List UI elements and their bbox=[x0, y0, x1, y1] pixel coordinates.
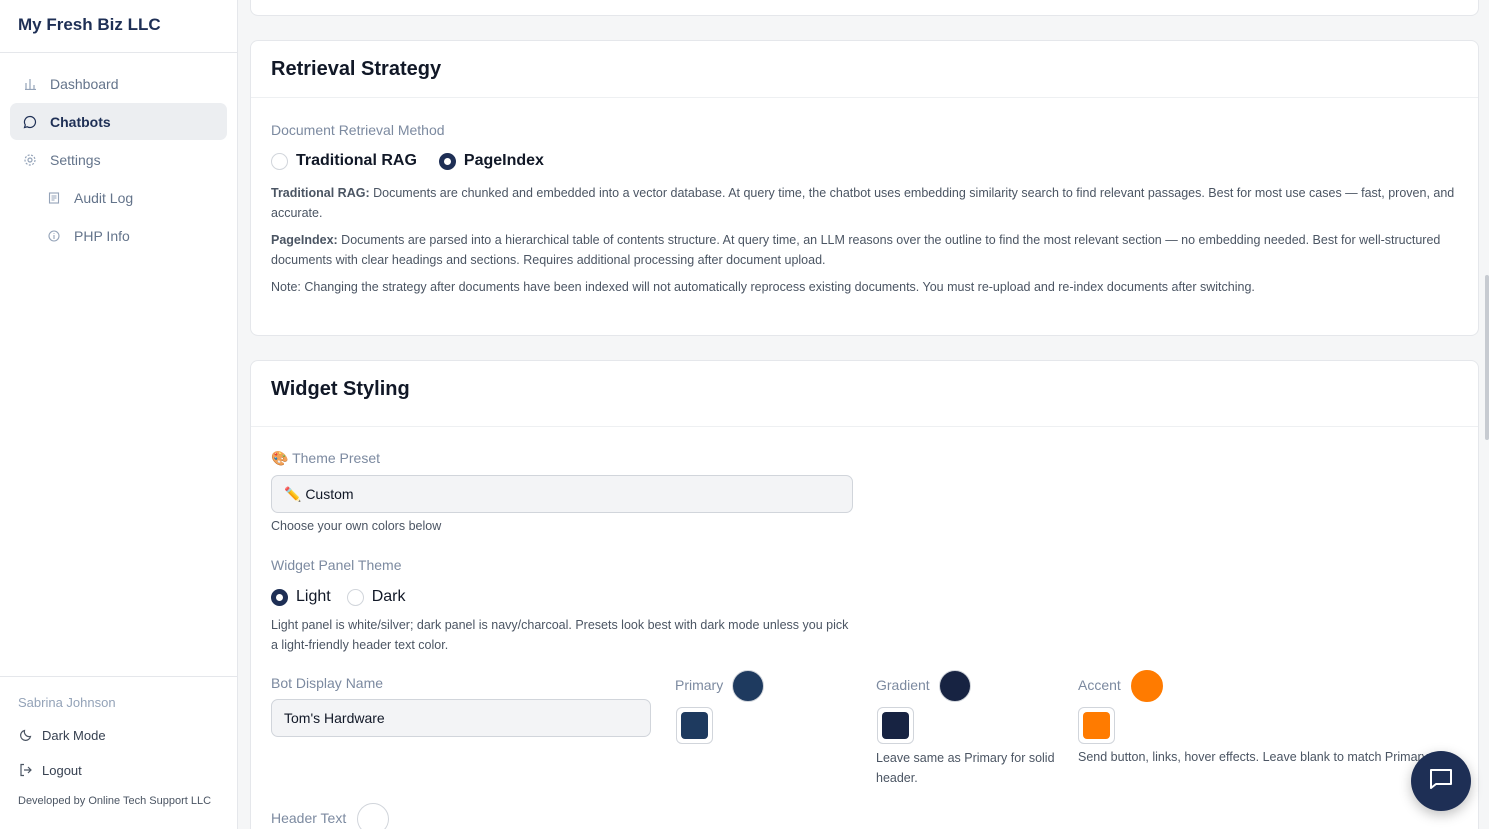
bot-name-label: Bot Display Name bbox=[271, 675, 384, 691]
user-name: Sabrina Johnson bbox=[18, 695, 116, 710]
sidebar-item-audit-log[interactable]: Audit Log bbox=[10, 179, 227, 216]
previous-card bbox=[250, 0, 1479, 16]
radio-dark[interactable]: Dark bbox=[346, 588, 406, 606]
radio-input[interactable] bbox=[271, 588, 288, 606]
dark-mode-label: Dark Mode bbox=[42, 727, 106, 743]
bar-chart-icon bbox=[22, 76, 38, 92]
chat-bubble-icon bbox=[1427, 765, 1455, 798]
sidebar-item-label: Audit Log bbox=[74, 189, 134, 206]
sidebar-item-chatbots[interactable]: Chatbots bbox=[10, 103, 227, 140]
radio-label: PageIndex bbox=[463, 152, 544, 169]
sidebar-item-settings[interactable]: Settings bbox=[10, 141, 227, 178]
dark-mode-toggle[interactable]: Dark Mode bbox=[18, 725, 220, 745]
rag-desc-text: Documents are chunked and embedded into … bbox=[271, 186, 1455, 220]
theme-preset-help: Choose your own colors below bbox=[271, 519, 442, 533]
styling-title: Widget Styling bbox=[251, 361, 1478, 427]
header-text-color-dot bbox=[357, 803, 389, 829]
bot-name-input[interactable]: Tom's Hardware bbox=[271, 699, 651, 737]
sidebar-footer: Sabrina Johnson Dark Mode Logout Develop… bbox=[0, 676, 238, 829]
retrieval-title: Retrieval Strategy bbox=[251, 41, 1478, 98]
chat-widget-button[interactable] bbox=[1411, 751, 1471, 811]
moon-icon bbox=[18, 727, 34, 743]
message-circle-icon bbox=[22, 114, 38, 130]
theme-preset-label: 🎨 Theme Preset bbox=[271, 450, 380, 466]
radio-pageindex[interactable]: PageIndex bbox=[438, 152, 544, 170]
developer-credit: Developed by Online Tech Support LLC bbox=[18, 795, 212, 807]
theme-preset-select[interactable]: ✏️ Custom bbox=[271, 475, 853, 513]
sidebar-item-php-info[interactable]: PHP Info bbox=[10, 217, 227, 254]
gradient-label: Gradient bbox=[876, 677, 930, 693]
panel-theme-label: Widget Panel Theme bbox=[271, 557, 402, 573]
logout-label: Logout bbox=[42, 762, 82, 778]
info-icon bbox=[46, 228, 62, 244]
header-text-label: Header Text bbox=[271, 810, 347, 826]
log-icon bbox=[46, 190, 62, 206]
theme-preset-value: ✏️ Custom bbox=[284, 485, 354, 502]
primary-color-picker[interactable] bbox=[676, 707, 713, 744]
radio-traditional-rag[interactable]: Traditional RAG bbox=[271, 152, 417, 170]
logout-button[interactable]: Logout bbox=[18, 760, 220, 780]
rag-description: Traditional RAG: Documents are chunked a… bbox=[271, 184, 1458, 223]
widget-styling-card: Widget Styling 🎨 Theme Preset ✏️ Custom … bbox=[250, 360, 1479, 829]
radio-input[interactable] bbox=[271, 152, 288, 170]
sidebar-item-label: Chatbots bbox=[50, 113, 111, 130]
bot-name-value: Tom's Hardware bbox=[284, 710, 385, 726]
strategy-note: Note: Changing the strategy after docume… bbox=[271, 280, 1255, 294]
sidebar: My Fresh Biz LLC Dashboard Chatbots Sett… bbox=[0, 0, 238, 829]
accent-color-dot bbox=[1131, 670, 1163, 702]
logout-icon bbox=[18, 762, 34, 778]
radio-label: Dark bbox=[371, 588, 406, 605]
retrieval-method-label: Document Retrieval Method bbox=[271, 122, 445, 138]
gradient-color-dot bbox=[939, 670, 971, 702]
brand-title: My Fresh Biz LLC bbox=[0, 0, 237, 53]
accent-label: Accent bbox=[1078, 677, 1121, 693]
sidebar-item-label: PHP Info bbox=[74, 227, 130, 244]
primary-color-dot bbox=[732, 670, 764, 702]
sidebar-item-dashboard[interactable]: Dashboard bbox=[10, 65, 227, 102]
gear-icon bbox=[22, 152, 38, 168]
gradient-help: Leave same as Primary for solid header. bbox=[876, 751, 1055, 785]
pageindex-title: PageIndex: bbox=[271, 233, 338, 247]
sidebar-item-label: Dashboard bbox=[50, 75, 119, 92]
accent-help: Send button, links, hover effects. Leave… bbox=[1078, 750, 1431, 764]
retrieval-strategy-card: Retrieval Strategy Document Retrieval Me… bbox=[250, 40, 1479, 336]
radio-input[interactable] bbox=[346, 588, 364, 606]
radio-label: Traditional RAG bbox=[296, 152, 417, 169]
sidebar-nav: Dashboard Chatbots Settings Audit Log PH… bbox=[0, 53, 237, 267]
sidebar-item-label: Settings bbox=[50, 151, 101, 168]
radio-light[interactable]: Light bbox=[271, 588, 331, 606]
panel-theme-help: Light panel is white/silver; dark panel … bbox=[271, 618, 849, 652]
radio-label: Light bbox=[296, 588, 331, 605]
radio-input[interactable] bbox=[438, 152, 456, 170]
pageindex-desc-text: Documents are parsed into a hierarchical… bbox=[271, 233, 1441, 267]
accent-color-picker[interactable] bbox=[1078, 707, 1115, 744]
primary-label: Primary bbox=[675, 677, 724, 693]
scrollbar-thumb[interactable] bbox=[1485, 275, 1489, 440]
rag-title: Traditional RAG: bbox=[271, 186, 370, 200]
gradient-color-picker[interactable] bbox=[877, 707, 914, 744]
pageindex-description: PageIndex: Documents are parsed into a h… bbox=[271, 231, 1458, 270]
